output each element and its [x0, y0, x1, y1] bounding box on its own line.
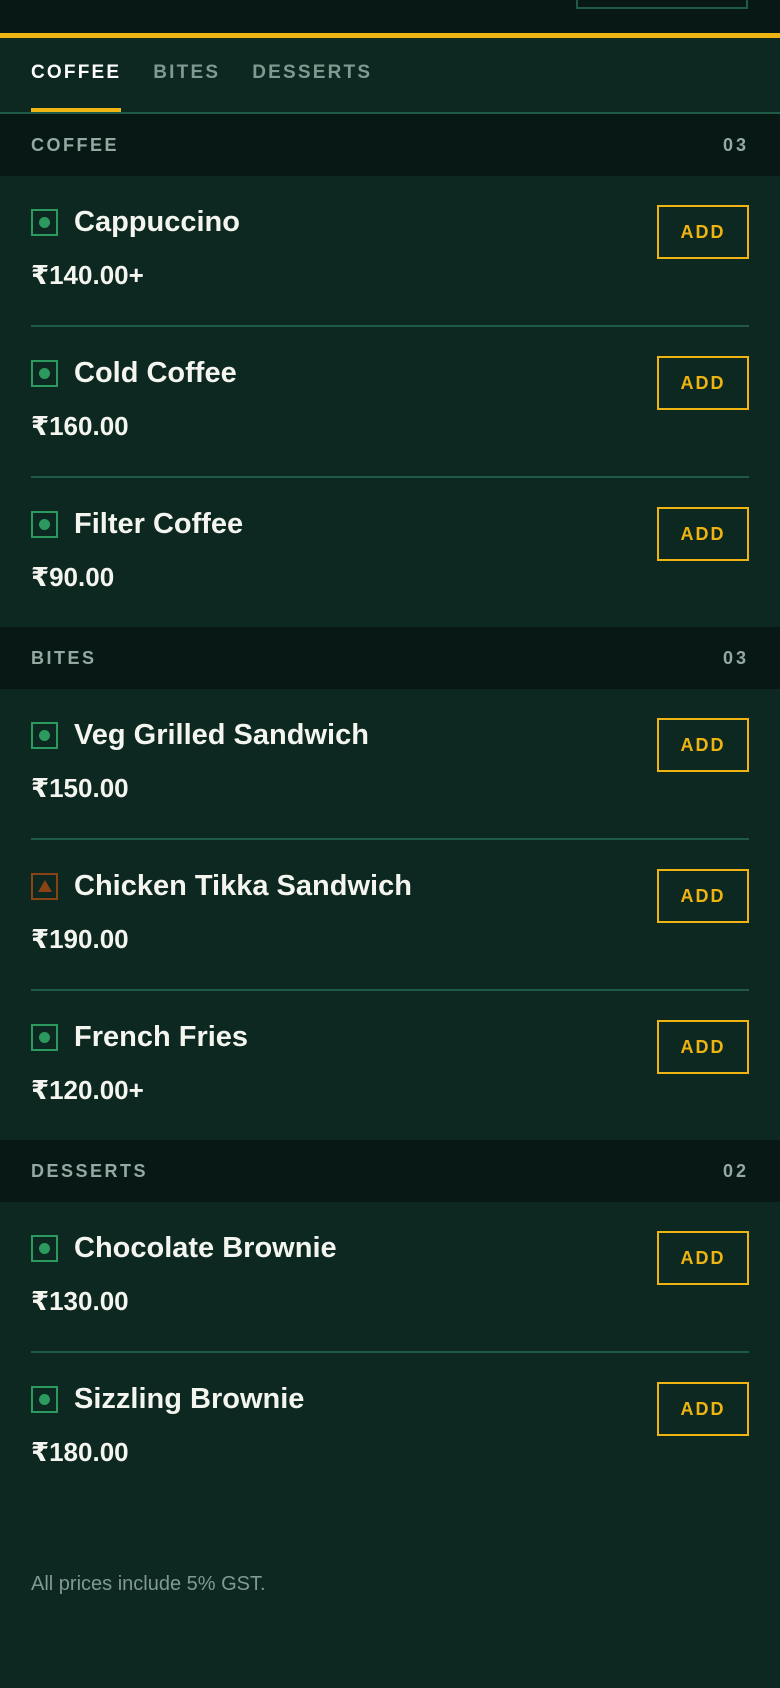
add-button[interactable]: ADD — [657, 507, 749, 561]
item-price: ₹130.00 — [31, 1286, 129, 1316]
non-veg-indicator-icon — [31, 873, 58, 900]
item-price: ₹180.00 — [31, 1437, 129, 1467]
menu-item: Sizzling Brownie ₹180.00 ADD — [31, 1353, 749, 1502]
category-name: DESSERTS — [31, 1160, 149, 1181]
item-name: Cappuccino — [74, 206, 240, 238]
tab-coffee[interactable]: COFFEE — [31, 62, 122, 112]
veg-indicator-icon — [31, 511, 58, 538]
gst-note: All prices include 5% GST. — [31, 1573, 266, 1595]
category-tabs: COFFEE BITES DESSERTS — [0, 38, 780, 114]
category-name: COFFEE — [31, 134, 120, 155]
item-price: ₹140.00+ — [31, 260, 144, 290]
item-price: ₹120.00+ — [31, 1075, 144, 1105]
menu-item: Cappuccino ₹140.00+ ADD — [31, 176, 749, 327]
veg-indicator-icon — [31, 1235, 58, 1262]
veg-indicator-icon — [31, 209, 58, 236]
category-header: DESSERTS 02 — [0, 1140, 780, 1202]
item-name: Chicken Tikka Sandwich — [74, 870, 412, 902]
menu-item: Cold Coffee ₹160.00 ADD — [31, 327, 749, 478]
item-name: Sizzling Brownie — [74, 1383, 305, 1415]
add-button[interactable]: ADD — [657, 1231, 749, 1285]
veg-indicator-icon — [31, 1024, 58, 1051]
category-count: 03 — [722, 134, 749, 155]
veg-indicator-icon — [31, 722, 58, 749]
veg-indicator-icon — [31, 360, 58, 387]
category-section-bites: BITES 03 Veg Grilled Sandwich ₹150.00 AD… — [0, 627, 780, 1140]
add-button[interactable]: ADD — [657, 205, 749, 259]
item-name: Veg Grilled Sandwich — [74, 719, 369, 751]
top-bar-button-edge[interactable] — [576, 0, 748, 9]
add-button[interactable]: ADD — [657, 1382, 749, 1436]
category-header: COFFEE 03 — [0, 114, 780, 176]
menu-item: Chocolate Brownie ₹130.00 ADD — [31, 1202, 749, 1353]
item-price: ₹150.00 — [31, 773, 129, 803]
tab-desserts[interactable]: DESSERTS — [252, 62, 372, 112]
menu-item: Filter Coffee ₹90.00 ADD — [31, 478, 749, 627]
category-count: 03 — [722, 647, 749, 668]
menu-item: Veg Grilled Sandwich ₹150.00 ADD — [31, 689, 749, 840]
menu-item: Chicken Tikka Sandwich ₹190.00 ADD — [31, 840, 749, 991]
menu-item: French Fries ₹120.00+ ADD — [31, 991, 749, 1140]
tab-bites[interactable]: BITES — [153, 62, 220, 112]
item-price: ₹90.00 — [31, 562, 115, 592]
item-price: ₹190.00 — [31, 924, 129, 954]
add-button[interactable]: ADD — [657, 869, 749, 923]
category-section-desserts: DESSERTS 02 Chocolate Brownie ₹130.00 AD… — [0, 1140, 780, 1502]
item-name: Cold Coffee — [74, 357, 237, 389]
item-name: Chocolate Brownie — [74, 1232, 337, 1264]
category-name: BITES — [31, 647, 97, 668]
item-name: French Fries — [74, 1021, 249, 1053]
add-button[interactable]: ADD — [657, 356, 749, 410]
top-bar — [0, 0, 780, 38]
item-name: Filter Coffee — [74, 508, 244, 540]
category-header: BITES 03 — [0, 627, 780, 689]
category-count: 02 — [722, 1160, 749, 1181]
add-button[interactable]: ADD — [657, 1020, 749, 1074]
item-price: ₹160.00 — [31, 411, 129, 441]
add-button[interactable]: ADD — [657, 718, 749, 772]
veg-indicator-icon — [31, 1386, 58, 1413]
category-section-coffee: COFFEE 03 Cappuccino ₹140.00+ ADD Cold C… — [0, 114, 780, 627]
